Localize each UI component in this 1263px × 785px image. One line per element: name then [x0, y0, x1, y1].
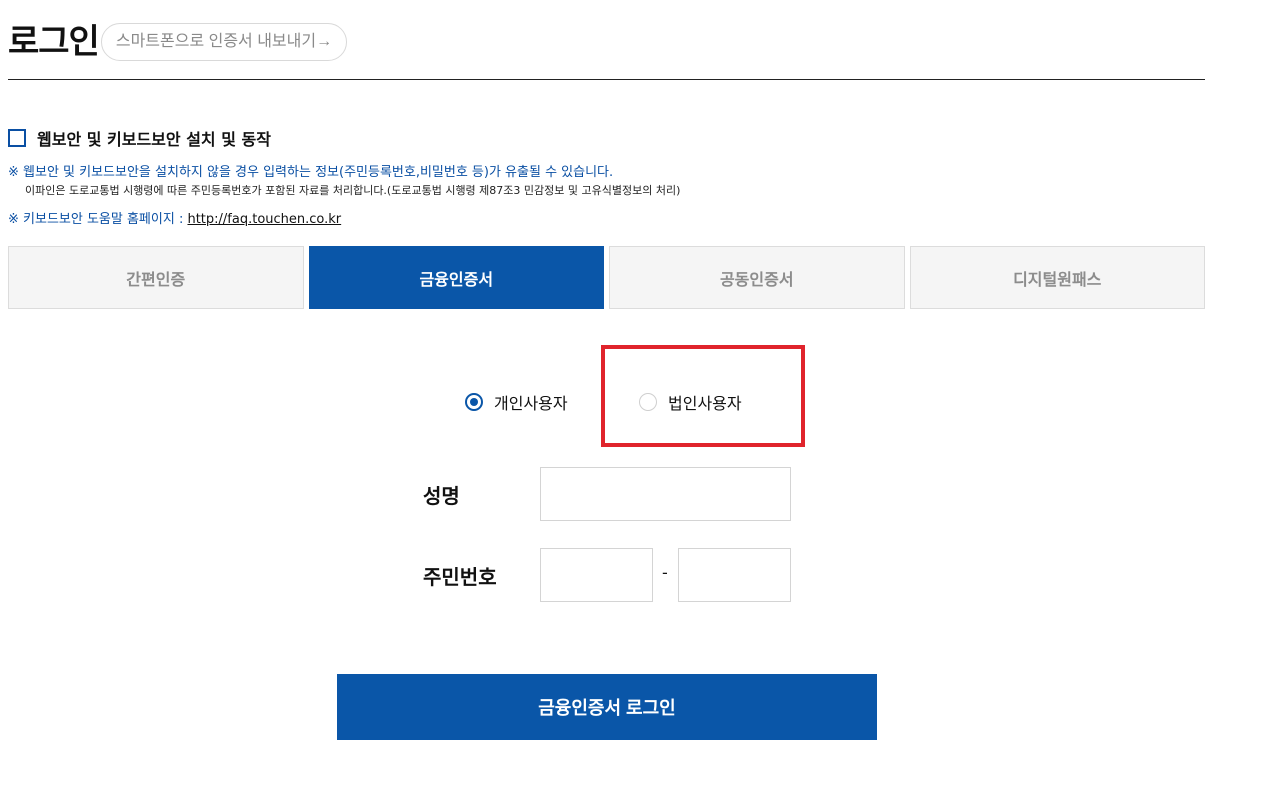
- highlight-box: [601, 345, 805, 447]
- rrn-second-input[interactable]: [678, 548, 791, 602]
- privacy-notice: 이파인은 도로교통법 시행령에 따른 주민등록번호가 포함된 자료를 처리합니다…: [25, 184, 681, 197]
- radio-button-checked[interactable]: [465, 393, 483, 411]
- financial-certificate-login-button[interactable]: 금융인증서 로그인: [337, 674, 877, 740]
- name-label: 성명: [423, 484, 460, 508]
- security-option[interactable]: 웹보안 및 키보드보안 설치 및 동작: [8, 126, 271, 150]
- rrn-first-input[interactable]: [540, 548, 653, 602]
- export-certificate-button[interactable]: 스마트폰으로 인증서 내보내기→: [100, 23, 348, 61]
- keyboard-help-prefix: ※ 키보드보안 도움말 홈페이지 :: [8, 212, 188, 227]
- tab-joint-certificate[interactable]: 공동인증서: [609, 246, 905, 309]
- keyboard-help-link[interactable]: http://faq.touchen.co.kr: [187, 212, 341, 227]
- page-header: 로그인 스마트폰으로 인증서 내보내기→: [8, 20, 348, 64]
- tab-financial-certificate[interactable]: 금융인증서: [308, 246, 604, 309]
- security-checkbox-label: 웹보안 및 키보드보안 설치 및 동작: [37, 130, 271, 149]
- rrn-label: 주민번호: [423, 565, 497, 589]
- keyboard-help-notice: ※ 키보드보안 도움말 홈페이지 : http://faq.touchen.co…: [8, 208, 341, 227]
- auth-tabs: 간편인증 금융인증서 공동인증서 디지털원패스: [8, 246, 1205, 309]
- tab-simple-auth[interactable]: 간편인증: [8, 246, 304, 309]
- security-warning: ※ 웹보안 및 키보드보안을 설치하지 않을 경우 입력하는 정보(주민등록번호…: [8, 165, 614, 180]
- page-title: 로그인: [8, 22, 100, 62]
- radio-personal-user[interactable]: 개인사용자: [465, 390, 568, 414]
- tab-digital-onepass[interactable]: 디지털원패스: [909, 246, 1205, 309]
- rrn-separator: -: [662, 563, 668, 582]
- header-divider: [8, 79, 1205, 80]
- name-input[interactable]: [540, 467, 791, 521]
- radio-personal-label: 개인사용자: [494, 394, 568, 413]
- security-checkbox[interactable]: [8, 129, 26, 147]
